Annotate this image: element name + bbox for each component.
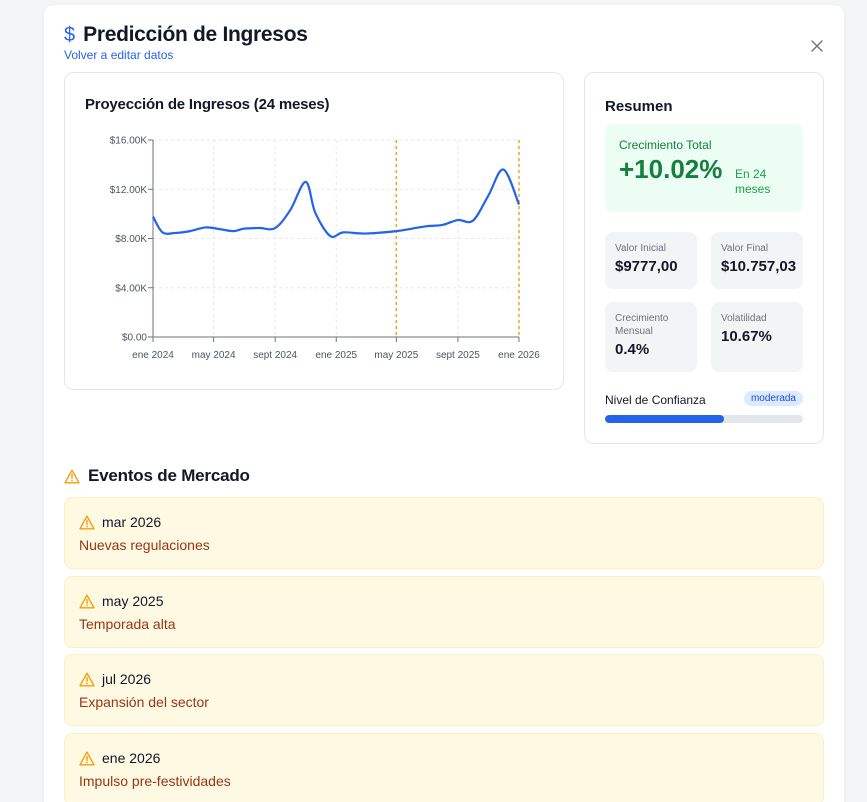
growth-label: Crecimiento Total bbox=[619, 138, 712, 152]
stat-value: $10.757,03 bbox=[721, 258, 797, 275]
event-description: Temporada alta bbox=[79, 616, 176, 632]
confidence-bar bbox=[605, 415, 803, 423]
event-date: ene 2026 bbox=[102, 750, 161, 766]
event-description: Expansión del sector bbox=[79, 694, 209, 710]
stat-label: Crecimiento Mensual bbox=[615, 313, 669, 337]
x-tick-label: ene 2026 bbox=[498, 350, 540, 361]
warning-icon bbox=[79, 751, 95, 765]
x-tick-label: may 2024 bbox=[192, 350, 236, 361]
stat-label: Valor Final bbox=[721, 243, 769, 254]
initial-value-stat: Valor Inicial $9777,00 bbox=[605, 232, 697, 289]
dollar-icon: $ bbox=[64, 23, 76, 46]
events-title: Eventos de Mercado bbox=[88, 466, 250, 485]
summary-card: Resumen Crecimiento Total +10.02% En 24 … bbox=[584, 72, 824, 444]
growth-value: +10.02% bbox=[619, 154, 723, 184]
growth-period: En 24 meses bbox=[735, 167, 771, 196]
stat-value: 0.4% bbox=[615, 341, 650, 358]
page-title: Predicción de Ingresos bbox=[83, 23, 308, 46]
event-card: ene 2026 Impulso pre-festividades bbox=[64, 733, 824, 802]
event-card: mar 2026 Nuevas regulaciones bbox=[64, 497, 824, 569]
chart-card: Proyección de Ingresos (24 meses) $0.00 $… bbox=[64, 72, 564, 390]
volatility-stat: Volatilidad 10.67% bbox=[711, 302, 803, 372]
event-date-row: mar 2026 bbox=[79, 514, 161, 530]
back-to-edit-link[interactable]: Volver a editar datos bbox=[64, 48, 308, 62]
total-growth-box: Crecimiento Total +10.02% En 24 meses bbox=[605, 124, 803, 212]
event-card: may 2025 Temporada alta bbox=[64, 576, 824, 648]
stat-value: 10.67% bbox=[721, 328, 772, 345]
events-header: Eventos de Mercado bbox=[64, 466, 250, 486]
final-value-stat: Valor Final $10.757,03 bbox=[711, 232, 803, 289]
y-tick-label: $0.00 bbox=[122, 333, 147, 344]
stat-label: Volatilidad bbox=[721, 313, 767, 324]
revenue-chart: $0.00 $4.00K $8.00K $12.00K $16.00K ene 2024 m… bbox=[110, 136, 541, 362]
event-description: Impulso pre-festividades bbox=[79, 773, 231, 789]
event-date-row: ene 2026 bbox=[79, 750, 160, 766]
warning-icon bbox=[64, 469, 80, 483]
event-date: mar 2026 bbox=[102, 514, 162, 530]
x-tick-label: sept 2024 bbox=[253, 350, 297, 361]
event-date: jul 2026 bbox=[102, 671, 152, 687]
x-tick-label: sept 2025 bbox=[436, 350, 480, 361]
warning-icon bbox=[79, 594, 95, 608]
stat-label: Valor Inicial bbox=[615, 243, 666, 254]
warning-icon bbox=[79, 515, 95, 529]
event-card: jul 2026 Expansión del sector bbox=[64, 654, 824, 726]
title-row: $ Predicción de Ingresos bbox=[64, 23, 308, 47]
y-tick-label: $8.00K bbox=[115, 234, 147, 245]
close-icon[interactable] bbox=[810, 39, 824, 53]
prediction-modal: $ Predicción de Ingresos Volver a editar… bbox=[44, 5, 844, 802]
confidence-bar-fill bbox=[605, 415, 724, 423]
confidence-badge: moderada bbox=[743, 391, 803, 406]
event-date-row: may 2025 bbox=[79, 593, 163, 609]
x-tick-label: ene 2025 bbox=[315, 350, 357, 361]
y-tick-label: $16.00K bbox=[110, 136, 148, 147]
y-tick-label: $12.00K bbox=[110, 185, 148, 196]
x-tick-label: may 2025 bbox=[374, 350, 418, 361]
modal-header: $ Predicción de Ingresos Volver a editar… bbox=[64, 23, 308, 62]
warning-icon bbox=[79, 672, 95, 686]
event-date-row: jul 2026 bbox=[79, 671, 151, 687]
event-description: Nuevas regulaciones bbox=[79, 537, 210, 553]
confidence-label: Nivel de Confianza bbox=[605, 393, 706, 407]
y-tick-label: $4.00K bbox=[115, 283, 147, 294]
x-tick-label: ene 2024 bbox=[132, 350, 174, 361]
summary-title: Resumen bbox=[605, 98, 673, 115]
stat-value: $9777,00 bbox=[615, 258, 678, 275]
event-date: may 2025 bbox=[102, 593, 164, 609]
monthly-growth-stat: Crecimiento Mensual 0.4% bbox=[605, 302, 697, 372]
